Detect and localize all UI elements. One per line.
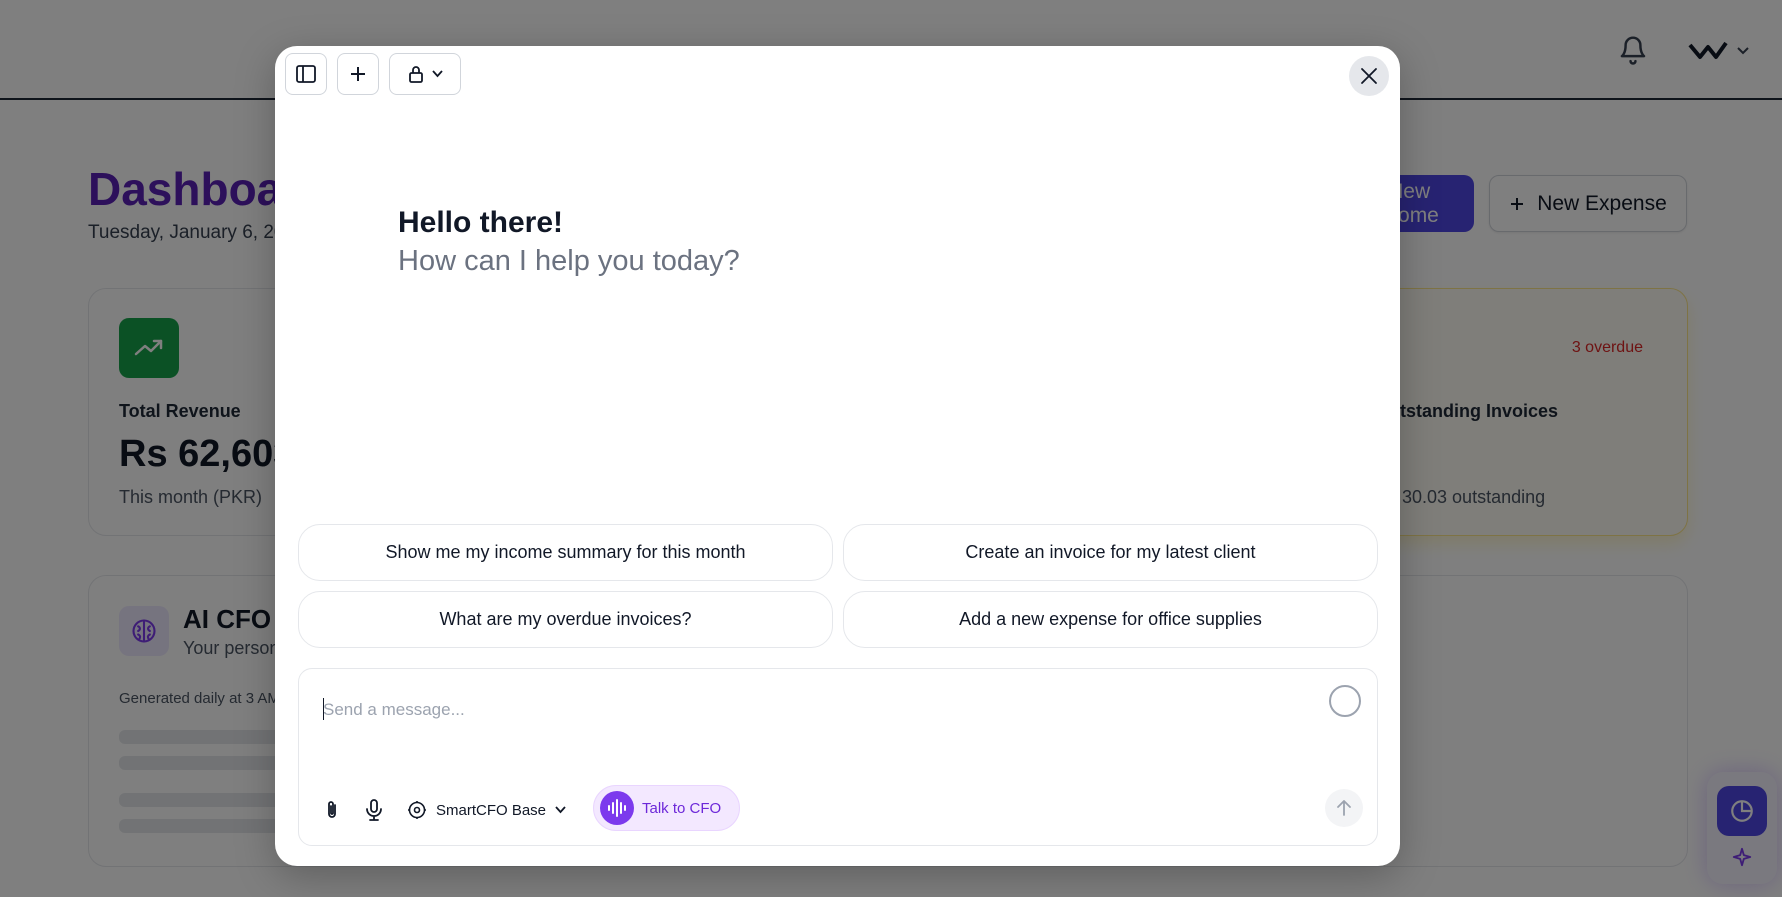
model-label: SmartCFO Base bbox=[436, 801, 547, 819]
greeting-subtitle: How can I help you today? bbox=[398, 245, 740, 277]
lock-icon bbox=[408, 66, 423, 83]
send-button[interactable] bbox=[1325, 789, 1363, 827]
new-chat-button[interactable] bbox=[337, 53, 379, 95]
talk-to-cfo-label: Talk to CFO bbox=[642, 799, 722, 817]
model-selector[interactable]: SmartCFO Base bbox=[407, 793, 566, 827]
microphone-icon bbox=[366, 799, 382, 821]
plus-icon bbox=[351, 67, 365, 81]
chevron-down-icon bbox=[431, 70, 443, 78]
talk-to-cfo-button[interactable]: Talk to CFO bbox=[593, 785, 740, 831]
paperclip-icon bbox=[328, 801, 336, 818]
message-composer: SmartCFO Base Talk to CFO bbox=[298, 668, 1378, 846]
suggestion-button[interactable]: Show me my income summary for this month bbox=[298, 524, 833, 581]
close-icon bbox=[1361, 68, 1377, 84]
model-gear-icon bbox=[408, 801, 426, 819]
attach-button[interactable] bbox=[319, 793, 345, 827]
visibility-selector[interactable] bbox=[389, 53, 461, 95]
arrow-up-icon bbox=[1337, 800, 1351, 816]
greeting-title: Hello there! bbox=[398, 206, 564, 239]
close-modal-button[interactable] bbox=[1349, 56, 1389, 96]
status-ring-icon bbox=[1329, 685, 1361, 717]
ai-chat-modal: Hello there! How can I help you today? S… bbox=[275, 46, 1400, 866]
message-input[interactable] bbox=[323, 695, 1303, 725]
suggestion-button[interactable]: Add a new expense for office supplies bbox=[843, 591, 1378, 648]
suggestion-button[interactable]: What are my overdue invoices? bbox=[298, 591, 833, 648]
sidebar-toggle-icon bbox=[296, 65, 316, 83]
chevron-down-icon bbox=[555, 806, 566, 814]
sidebar-toggle-button[interactable] bbox=[285, 53, 327, 95]
text-caret bbox=[323, 698, 324, 720]
suggestion-button[interactable]: Create an invoice for my latest client bbox=[843, 524, 1378, 581]
voice-input-button[interactable] bbox=[361, 793, 387, 827]
waveform-icon bbox=[600, 791, 634, 825]
